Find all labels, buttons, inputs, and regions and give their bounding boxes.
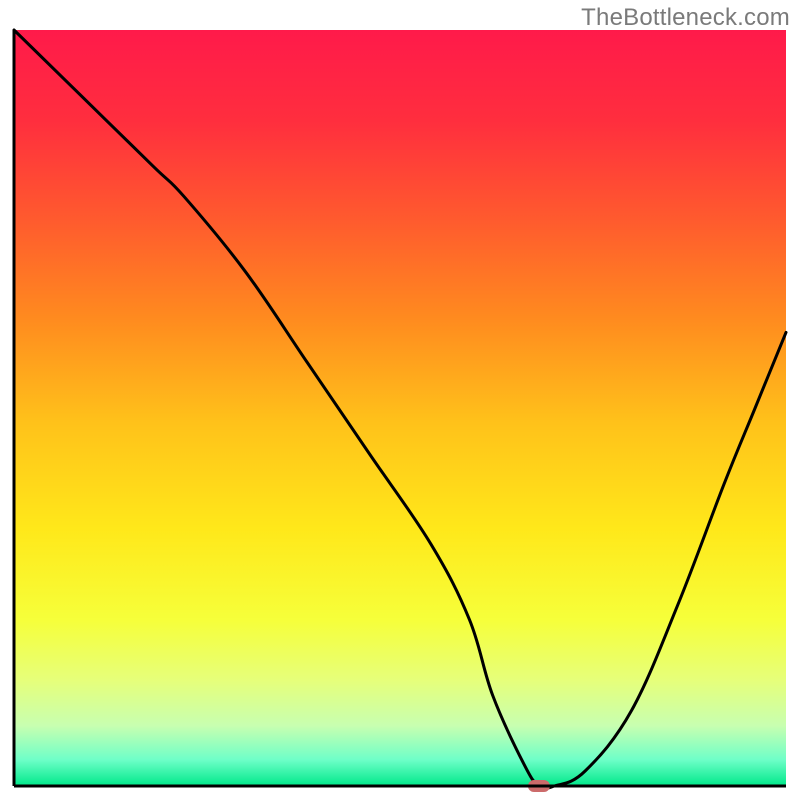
bottleneck-chart: TheBottleneck.com: [0, 0, 800, 800]
watermark-label: TheBottleneck.com: [581, 4, 790, 32]
chart-canvas: [0, 0, 800, 800]
